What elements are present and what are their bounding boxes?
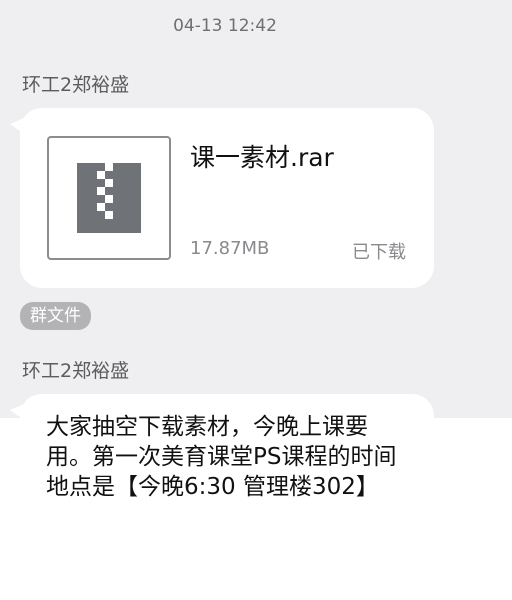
sender-name[interactable]: 环工2郑裕盛 <box>22 70 129 97</box>
bubble-tail <box>10 404 24 420</box>
file-message-bubble[interactable]: 课一素材.rar 17.87MB 已下载 <box>10 108 434 288</box>
bubble-tail <box>10 118 24 134</box>
download-status: 已下载 <box>352 242 406 263</box>
message-text[interactable]: 大家抽空下载素材，今晚上课要用。第一次美育课堂PS课程的时间地点是【今晚6:30… <box>46 412 406 502</box>
file-thumbnail[interactable] <box>47 136 171 260</box>
sender-name[interactable]: 环工2郑裕盛 <box>22 356 129 383</box>
chat-timestamp: 04-13 12:42 <box>173 16 277 36</box>
group-file-tag[interactable]: 群文件 <box>20 302 91 330</box>
text-message-bubble[interactable]: 大家抽空下载素材，今晚上课要用。第一次美育课堂PS课程的时间地点是【今晚6:30… <box>10 394 434 544</box>
file-name[interactable]: 课一素材.rar <box>190 138 334 174</box>
file-size: 17.87MB <box>190 238 270 259</box>
archive-file-icon <box>77 163 141 233</box>
